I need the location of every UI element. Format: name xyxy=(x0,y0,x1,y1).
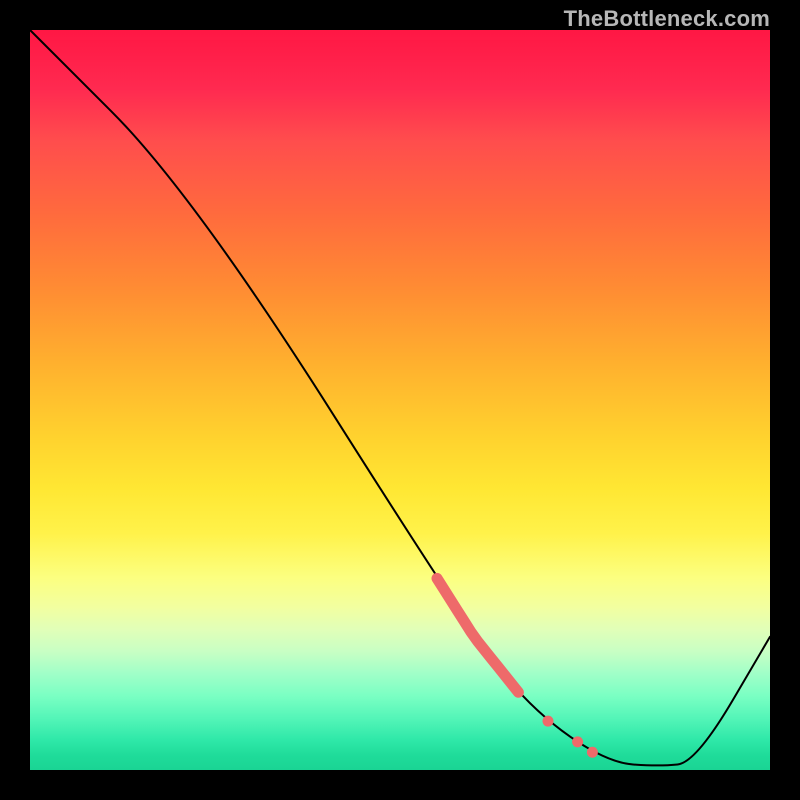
highlight-dot xyxy=(572,736,583,747)
highlight-dot xyxy=(543,716,554,727)
chart-svg xyxy=(30,30,770,770)
bottleneck-curve xyxy=(30,30,770,765)
watermark-text: TheBottleneck.com xyxy=(564,6,770,32)
highlight-segment xyxy=(437,578,518,692)
plot-area xyxy=(30,30,770,770)
highlight-dot xyxy=(587,747,598,758)
